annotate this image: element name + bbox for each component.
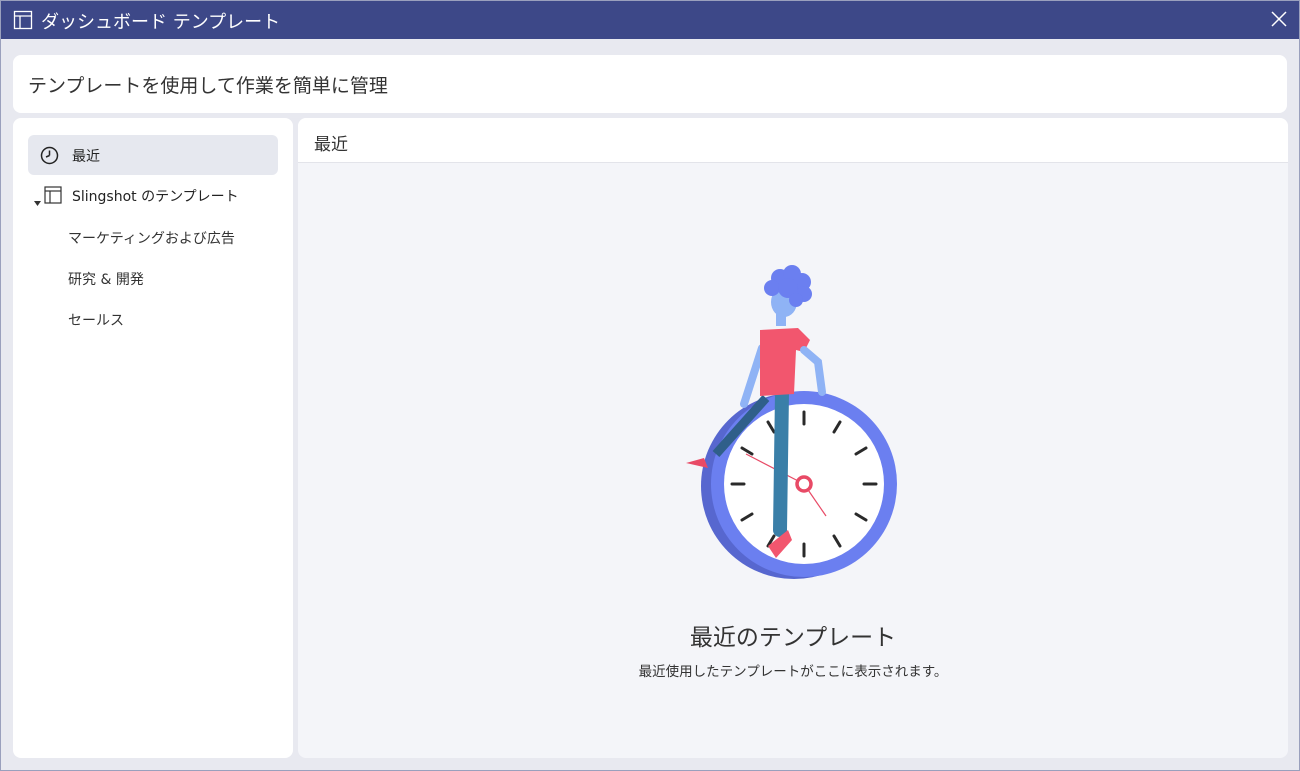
- window-title: ダッシュボード テンプレート: [41, 12, 281, 33]
- main-panel: 最近 最近のテンプレート 最近使用したテンプレートがここに表示されます。: [298, 118, 1288, 758]
- dialog-window: ダッシュボード テンプレート テンプレートを使用して作業を簡単に管理 最近 Sl…: [0, 0, 1300, 771]
- template-icon: [44, 186, 62, 208]
- clock-person-illustration: [686, 265, 897, 579]
- section-title: 最近: [314, 135, 348, 155]
- main-header: 最近: [298, 118, 1288, 163]
- empty-state-description: 最近使用したテンプレートがここに表示されます。: [638, 664, 948, 680]
- clock-icon: [40, 146, 59, 169]
- template-icon: [13, 10, 33, 34]
- sidebar-item-sales[interactable]: セールス: [68, 310, 124, 330]
- sidebar-item-label: 最近: [72, 149, 100, 165]
- sidebar: 最近 Slingshot のテンプレート マーケティングおよび広告 研究 & 開…: [13, 118, 293, 758]
- page-subtitle: テンプレートを使用して作業を簡単に管理: [28, 75, 388, 97]
- chevron-down-icon[interactable]: [34, 192, 41, 211]
- header-card: テンプレートを使用して作業を簡単に管理: [13, 55, 1287, 113]
- sidebar-item-marketing[interactable]: マーケティングおよび広告: [68, 228, 235, 248]
- sidebar-group-slingshot[interactable]: Slingshot のテンプレート: [28, 175, 278, 215]
- sidebar-item-recent[interactable]: 最近: [28, 135, 278, 175]
- empty-state-title: 最近のテンプレート: [689, 625, 897, 651]
- sidebar-item-research[interactable]: 研究 & 開発: [68, 269, 144, 289]
- title-bar: ダッシュボード テンプレート: [1, 1, 1299, 39]
- close-icon[interactable]: [1270, 10, 1288, 32]
- sidebar-group-label: Slingshot のテンプレート: [72, 189, 239, 205]
